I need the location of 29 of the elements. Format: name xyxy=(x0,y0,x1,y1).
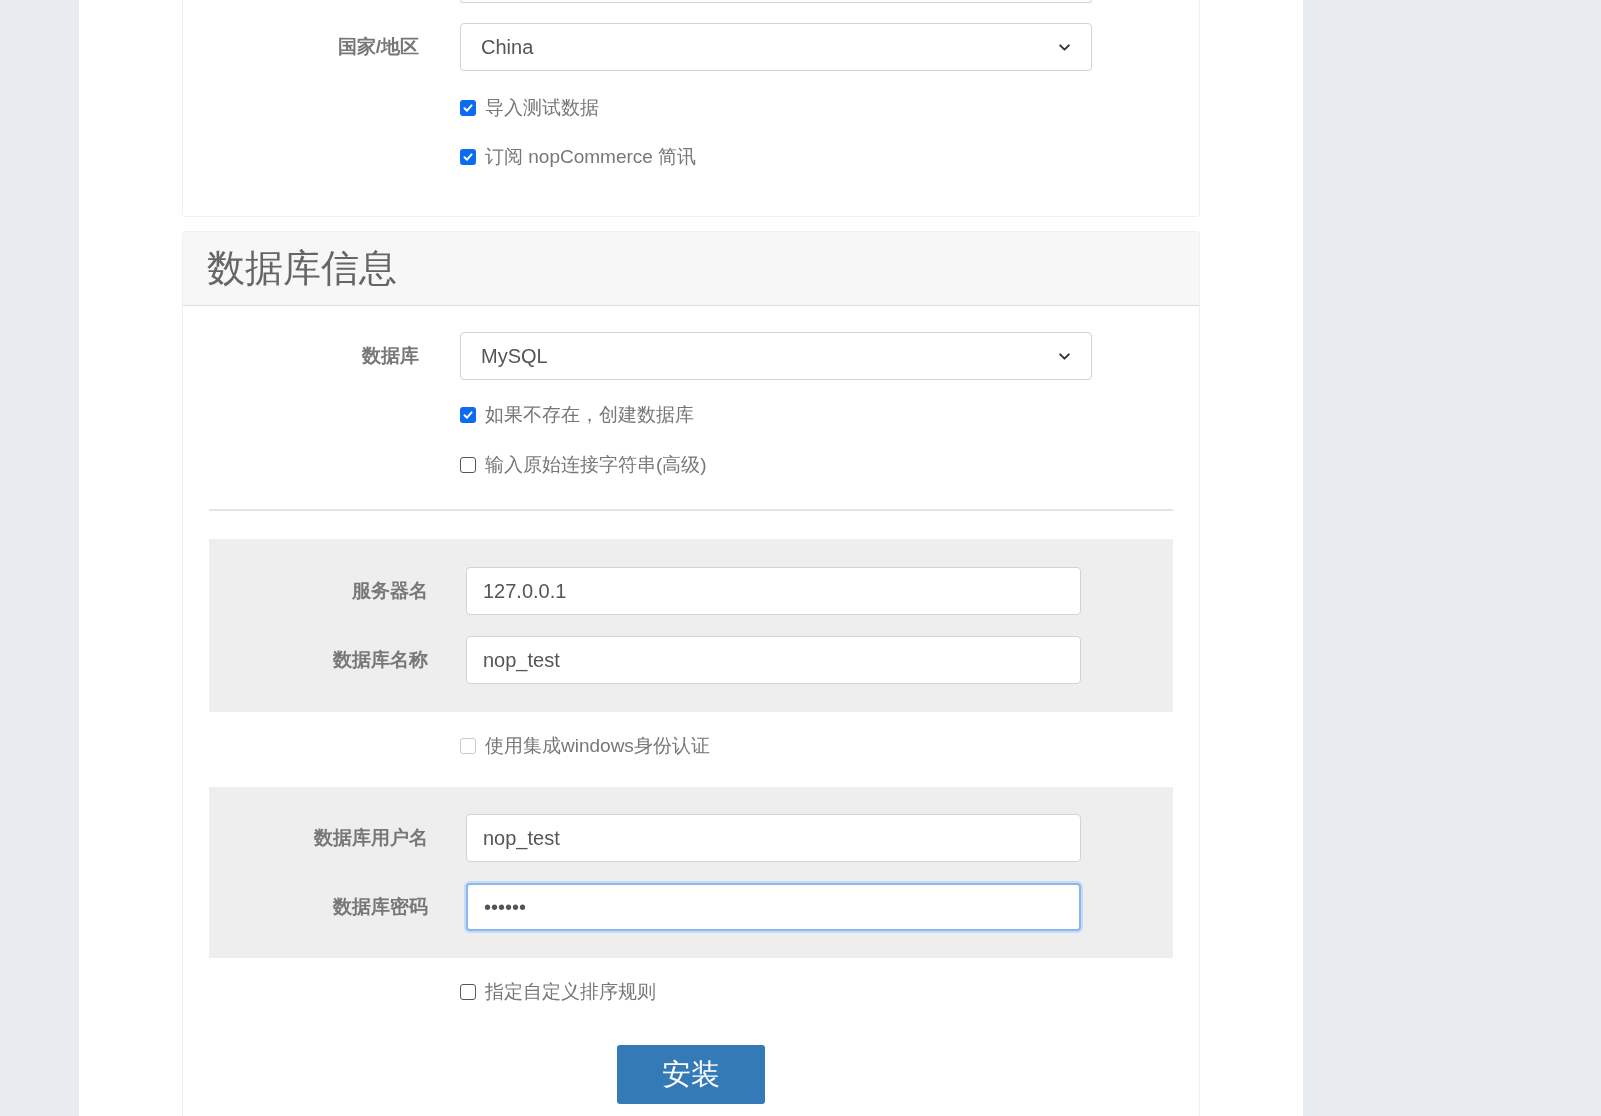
section-title: 数据库信息 xyxy=(207,246,397,291)
checkmark-icon xyxy=(462,151,474,163)
input-field[interactable]: 127.0.0.1 xyxy=(466,567,1081,615)
field-label: 国家/地区 xyxy=(336,34,420,59)
input-field[interactable]: nop_test xyxy=(466,636,1081,684)
input-field[interactable]: •••••• xyxy=(466,883,1081,931)
field-label: 数据库 xyxy=(361,343,420,368)
input-field[interactable]: nop_test xyxy=(466,814,1081,862)
field-label: 数据库名称 xyxy=(332,647,428,672)
checkbox[interactable] xyxy=(460,100,476,116)
checkmark-icon xyxy=(462,409,474,421)
checkbox-label: 订阅 nopCommerce 简讯 xyxy=(485,144,697,169)
field-label: 服务器名 xyxy=(351,578,428,603)
checkbox-label: 使用集成windows身份认证 xyxy=(485,733,710,758)
checkbox[interactable] xyxy=(460,407,476,423)
install-button[interactable]: 安装 xyxy=(617,1045,765,1104)
checkbox-label: 输入原始连接字符串(高级) xyxy=(485,452,707,477)
field-label: 数据库用户名 xyxy=(313,825,428,850)
checkbox-label: 导入测试数据 xyxy=(485,95,599,120)
input-field[interactable] xyxy=(460,0,1092,3)
dropdown[interactable]: MySQL xyxy=(460,332,1092,380)
dropdown[interactable]: China xyxy=(460,23,1092,71)
checkbox[interactable] xyxy=(460,984,476,1000)
checkbox[interactable] xyxy=(460,457,476,473)
field-label: 数据库密码 xyxy=(332,894,428,919)
checkbox[interactable] xyxy=(460,149,476,165)
checkbox-label: 如果不存在，创建数据库 xyxy=(485,402,694,427)
checkbox-label: 指定自定义排序规则 xyxy=(485,979,656,1004)
checkmark-icon xyxy=(462,102,474,114)
